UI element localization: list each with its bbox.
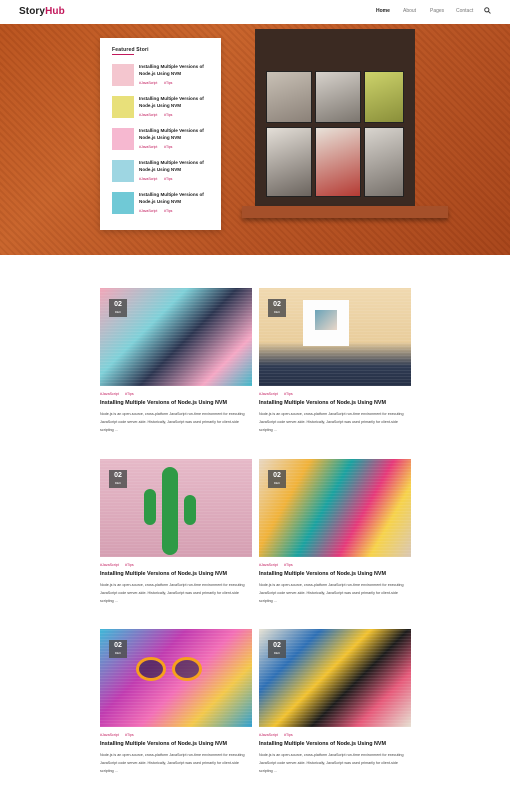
search-icon[interactable]: [484, 7, 491, 14]
featured-tag[interactable]: #JavaScript: [139, 209, 157, 213]
post-tag[interactable]: #JavaScript: [259, 392, 278, 396]
post-title[interactable]: Installing Multiple Versions of Node.js …: [259, 400, 411, 406]
date-badge: 02 DEC: [109, 299, 127, 317]
featured-item[interactable]: Installing Multiple Versions of Node.js …: [112, 127, 216, 153]
date-day: 02: [114, 642, 122, 649]
post-image[interactable]: 02 DEC: [259, 459, 411, 557]
featured-item-title[interactable]: Installing Multiple Versions of Node.js …: [139, 96, 217, 109]
post-tag[interactable]: #Tips: [284, 392, 293, 396]
featured-tag[interactable]: #JavaScript: [139, 177, 157, 181]
featured-item-title[interactable]: Installing Multiple Versions of Node.js …: [139, 64, 217, 77]
post-card[interactable]: 02 DEC #JavaScript #Tips Installing Mult…: [259, 459, 411, 619]
date-badge: 02 DEC: [109, 470, 127, 488]
post-tag[interactable]: #JavaScript: [259, 563, 278, 567]
post-tag[interactable]: #JavaScript: [100, 733, 119, 737]
window-sill: [242, 206, 448, 218]
post-excerpt: Node.js is an open-source, cross-platfor…: [100, 583, 245, 603]
post-card[interactable]: 02 DEC #JavaScript #Tips Installing Mult…: [100, 629, 252, 788]
post-excerpt: Node.js is an open-source, cross-platfor…: [259, 583, 404, 603]
nav-item-contact[interactable]: Contact: [456, 8, 473, 14]
post-card[interactable]: 02 DEC #JavaScript #Tips Installing Mult…: [259, 629, 411, 788]
post-image[interactable]: 02 DEC: [259, 288, 411, 386]
featured-tag[interactable]: #JavaScript: [139, 81, 157, 85]
featured-item[interactable]: Installing Multiple Versions of Node.js …: [112, 95, 216, 121]
date-day: 02: [114, 472, 122, 479]
post-excerpt: Node.js is an open-source, cross-platfor…: [100, 412, 245, 432]
post-excerpt: Node.js is an open-source, cross-platfor…: [259, 753, 404, 773]
post-tag[interactable]: #Tips: [125, 563, 134, 567]
post-title[interactable]: Installing Multiple Versions of Node.js …: [259, 571, 411, 577]
featured-title: Featured Stori: [112, 47, 149, 53]
post-image[interactable]: 02 DEC: [259, 629, 411, 727]
logo-part-story: Story: [19, 6, 46, 17]
post-image[interactable]: 02 DEC: [100, 629, 252, 727]
post-title[interactable]: Installing Multiple Versions of Node.js …: [100, 571, 252, 577]
featured-thumbnail: [112, 192, 134, 214]
post-image[interactable]: 02 DEC: [100, 288, 252, 386]
date-month: DEC: [114, 481, 122, 485]
post-excerpt: Node.js is an open-source, cross-platfor…: [100, 753, 245, 773]
post-title[interactable]: Installing Multiple Versions of Node.js …: [100, 741, 252, 747]
featured-tag[interactable]: #Tips: [164, 113, 172, 117]
featured-thumbnail: [112, 160, 134, 182]
featured-thumbnail: [112, 64, 134, 86]
site-logo[interactable]: StoryHub: [19, 6, 65, 17]
date-month: DEC: [273, 651, 281, 655]
post-tag[interactable]: #Tips: [125, 392, 134, 396]
date-day: 02: [273, 472, 281, 479]
featured-tag[interactable]: #Tips: [164, 145, 172, 149]
site-header: StoryHub Home About Pages Contact: [0, 0, 510, 24]
nav-item-pages[interactable]: Pages: [430, 8, 444, 14]
post-tag[interactable]: #JavaScript: [100, 563, 119, 567]
featured-tag[interactable]: #JavaScript: [139, 113, 157, 117]
featured-thumbnail: [112, 128, 134, 150]
post-tag[interactable]: #Tips: [125, 733, 134, 737]
post-title[interactable]: Installing Multiple Versions of Node.js …: [100, 400, 252, 406]
featured-item-title[interactable]: Installing Multiple Versions of Node.js …: [139, 128, 217, 141]
nav-item-about[interactable]: About: [403, 8, 416, 14]
date-badge: 02 DEC: [268, 299, 286, 317]
date-month: DEC: [114, 651, 122, 655]
logo-part-hub: Hub: [45, 6, 65, 17]
featured-title-underline: [112, 54, 134, 55]
featured-stories-card: Featured Stori Installing Multiple Versi…: [100, 38, 221, 230]
post-tag[interactable]: #JavaScript: [100, 392, 119, 396]
date-month: DEC: [114, 310, 122, 314]
featured-item-title[interactable]: Installing Multiple Versions of Node.js …: [139, 192, 217, 205]
featured-thumbnail: [112, 96, 134, 118]
featured-tag[interactable]: #Tips: [164, 177, 172, 181]
post-card[interactable]: 02 DEC #JavaScript #Tips Installing Mult…: [100, 288, 252, 448]
post-tag[interactable]: #Tips: [284, 733, 293, 737]
nav-item-home[interactable]: Home: [376, 8, 390, 14]
post-excerpt: Node.js is an open-source, cross-platfor…: [259, 412, 404, 432]
featured-item-title[interactable]: Installing Multiple Versions of Node.js …: [139, 160, 217, 173]
hero-window-image: [255, 29, 415, 207]
date-month: DEC: [273, 481, 281, 485]
post-tag[interactable]: #JavaScript: [259, 733, 278, 737]
date-badge: 02 DEC: [268, 640, 286, 658]
featured-item[interactable]: Installing Multiple Versions of Node.js …: [112, 159, 216, 185]
post-title[interactable]: Installing Multiple Versions of Node.js …: [259, 741, 411, 747]
date-month: DEC: [273, 310, 281, 314]
featured-item[interactable]: Installing Multiple Versions of Node.js …: [112, 63, 216, 89]
featured-tag[interactable]: #JavaScript: [139, 145, 157, 149]
featured-tag[interactable]: #Tips: [164, 81, 172, 85]
date-badge: 02 DEC: [109, 640, 127, 658]
featured-tag[interactable]: #Tips: [164, 209, 172, 213]
featured-item[interactable]: Installing Multiple Versions of Node.js …: [112, 191, 216, 217]
date-day: 02: [273, 642, 281, 649]
date-badge: 02 DEC: [268, 470, 286, 488]
date-day: 02: [273, 301, 281, 308]
post-card[interactable]: 02 DEC #JavaScript #Tips Installing Mult…: [100, 459, 252, 619]
post-card[interactable]: 02 DEC #JavaScript #Tips Installing Mult…: [259, 288, 411, 448]
date-day: 02: [114, 301, 122, 308]
hero-banner: Featured Stori Installing Multiple Versi…: [0, 24, 510, 255]
post-tag[interactable]: #Tips: [284, 563, 293, 567]
post-image[interactable]: 02 DEC: [100, 459, 252, 557]
